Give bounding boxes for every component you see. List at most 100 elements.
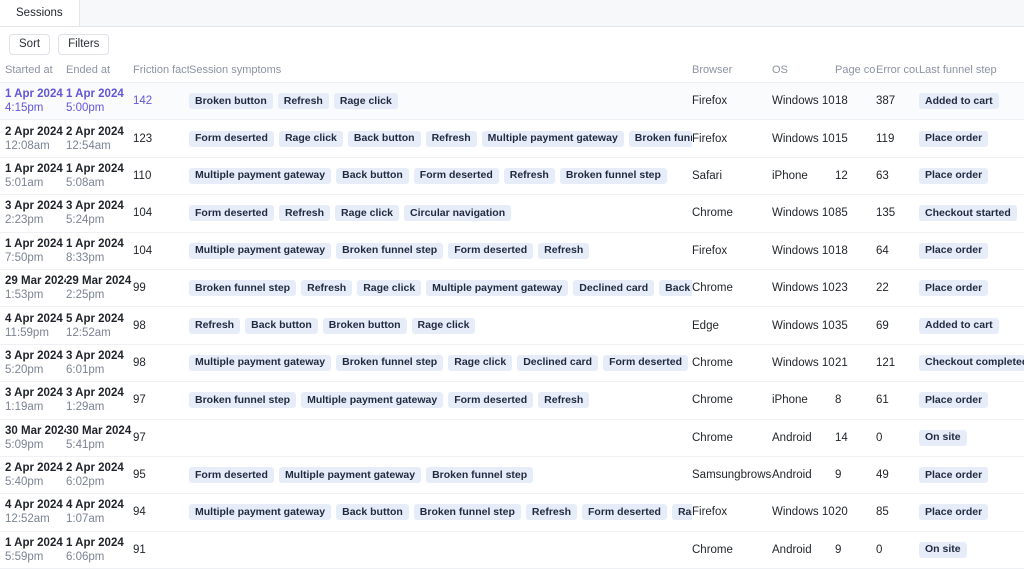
ended-at-cell: 1 Apr 2024 8:33pm: [66, 237, 133, 265]
symptom-tag[interactable]: Broken funnel step: [189, 392, 297, 409]
symptom-tag[interactable]: Multiple payment gateway: [481, 130, 624, 147]
symptom-tag[interactable]: Broken funnel step: [336, 242, 444, 259]
symptom-tag[interactable]: Refresh: [425, 130, 477, 147]
table-row[interactable]: 1 Apr 2024 7:50pm 1 Apr 2024 8:33pm 104 …: [0, 232, 1024, 270]
table-row[interactable]: 2 Apr 2024 5:40pm 2 Apr 2024 6:02pm 95 F…: [0, 456, 1024, 495]
last-funnel-step-badge[interactable]: Place order: [919, 280, 989, 297]
symptom-tag[interactable]: Broken funnel step: [559, 167, 667, 184]
last-funnel-step-cell: Place order: [919, 280, 1024, 297]
symptom-tag[interactable]: Form deserted: [603, 354, 688, 371]
symptom-tag[interactable]: Circular navigation: [404, 205, 512, 222]
page-count-cell: 9: [835, 469, 876, 481]
symptom-tag[interactable]: Refresh: [525, 504, 578, 521]
symptom-tag[interactable]: Back button: [347, 130, 421, 147]
last-funnel-step-badge[interactable]: Place order: [919, 167, 989, 184]
symptom-tag[interactable]: Rage click: [333, 93, 398, 110]
symptom-tag[interactable]: Multiple payment gateway: [278, 467, 422, 484]
symptom-tag[interactable]: Refresh: [277, 93, 329, 110]
column-header-browser[interactable]: Browser: [692, 64, 772, 76]
symptom-tag[interactable]: Multiple payment gateway: [189, 167, 332, 184]
error-count-cell: 63: [876, 170, 919, 182]
friction-factor-value: 104: [133, 244, 153, 257]
symptom-tag[interactable]: Multiple payment gateway: [426, 280, 569, 297]
sort-button[interactable]: Sort: [9, 33, 51, 55]
symptom-tag[interactable]: Broken funnel step: [336, 354, 444, 371]
symptom-tag[interactable]: Broken funnel step: [413, 504, 521, 521]
symptom-tag[interactable]: Back button: [336, 504, 409, 521]
symptom-tag[interactable]: Refresh: [503, 167, 555, 184]
last-funnel-step-badge[interactable]: Place order: [919, 392, 989, 409]
symptom-tag[interactable]: Rage click: [448, 354, 513, 371]
symptom-tag[interactable]: Form deserted: [582, 504, 667, 521]
symptom-tag[interactable]: Broken funnel step: [189, 280, 297, 297]
browser-value: Chrome: [692, 394, 733, 407]
column-header-last-funnel-step[interactable]: Last funnel step: [919, 64, 1024, 76]
table-row[interactable]: 29 Mar 2024 1:53pm 29 Mar 2024 2:25pm 99…: [0, 269, 1024, 308]
last-funnel-step-badge[interactable]: On site: [919, 541, 967, 558]
column-header-session-symptoms[interactable]: Session symptoms: [189, 64, 692, 76]
symptom-tag[interactable]: Rage click: [411, 317, 476, 334]
symptom-tag[interactable]: Declined card: [573, 280, 655, 297]
symptom-tag[interactable]: Refresh: [189, 317, 241, 334]
last-funnel-step-badge[interactable]: Place order: [919, 467, 989, 484]
symptom-tag[interactable]: Multiple payment gateway: [189, 504, 332, 521]
symptom-tag[interactable]: Broken funnel step: [628, 130, 692, 147]
symptom-tag[interactable]: Rage click: [671, 504, 692, 521]
symptom-tag[interactable]: Multiple payment gateway: [189, 354, 332, 371]
table-row[interactable]: 30 Mar 2024 5:09pm 30 Mar 2024 5:41pm 97…: [0, 419, 1024, 457]
session-symptoms-cell: Form deserted Rage click Back button Refres…: [189, 130, 692, 147]
symptom-tag[interactable]: Broken button: [322, 317, 407, 334]
last-funnel-step-badge[interactable]: On site: [919, 429, 967, 446]
table-row[interactable]: 1 Apr 2024 5:59pm 1 Apr 2024 6:06pm 91 C…: [0, 531, 1024, 569]
table-row[interactable]: 3 Apr 2024 2:23pm 3 Apr 2024 5:24pm 104 …: [0, 195, 1024, 233]
table-row[interactable]: 3 Apr 2024 5:20pm 3 Apr 2024 6:01pm 98 M…: [0, 344, 1024, 383]
tab-sessions[interactable]: Sessions: [0, 0, 80, 26]
symptom-tag[interactable]: Broken button: [189, 93, 273, 110]
symptom-tag-list: Multiple payment gateway Back button Broke…: [189, 504, 692, 521]
symptom-tag[interactable]: Refresh: [538, 242, 590, 259]
column-header-started-at[interactable]: Started at: [0, 64, 66, 76]
symptom-tag[interactable]: Refresh: [538, 392, 590, 409]
symptom-tag[interactable]: Multiple payment gateway: [189, 242, 332, 259]
last-funnel-step-badge[interactable]: Place order: [919, 130, 989, 147]
table-row[interactable]: 4 Apr 2024 12:52am 4 Apr 2024 1:07am 94 …: [0, 494, 1024, 532]
symptom-tag[interactable]: Back button: [659, 280, 692, 297]
last-funnel-step-badge[interactable]: Added to cart: [919, 317, 999, 334]
symptom-tag[interactable]: Multiple payment gateway: [301, 392, 444, 409]
symptom-tag[interactable]: Form deserted: [189, 205, 274, 222]
symptom-tag[interactable]: Back button: [336, 167, 409, 184]
symptom-tag[interactable]: Declined card: [517, 354, 599, 371]
last-funnel-step-badge[interactable]: Added to cart: [919, 93, 999, 110]
column-header-friction-factor[interactable]: Friction factor: [133, 64, 189, 76]
table-row[interactable]: 3 Apr 2024 1:19am 3 Apr 2024 1:29am 97 B…: [0, 382, 1024, 420]
symptom-tag[interactable]: Form deserted: [189, 130, 274, 147]
last-funnel-step-badge[interactable]: Place order: [919, 504, 989, 521]
column-header-page-count[interactable]: Page count: [835, 64, 876, 76]
started-at-time: 5:40pm: [5, 476, 44, 489]
symptom-tag[interactable]: Rage click: [357, 280, 422, 297]
started-at-cell: 3 Apr 2024 1:19am: [0, 386, 66, 414]
symptom-tag[interactable]: Form deserted: [189, 467, 274, 484]
symptom-tag[interactable]: Refresh: [301, 280, 353, 297]
symptom-tag[interactable]: Refresh: [278, 205, 331, 222]
symptom-tag[interactable]: Back button: [245, 317, 318, 334]
symptom-tag[interactable]: Form deserted: [413, 167, 499, 184]
symptom-tag[interactable]: Form deserted: [448, 242, 534, 259]
table-row[interactable]: 1 Apr 2024 5:01am 1 Apr 2024 5:08am 110 …: [0, 157, 1024, 196]
symptom-tag[interactable]: Broken funnel step: [426, 467, 534, 484]
table-row[interactable]: 2 Apr 2024 12:08am 2 Apr 2024 12:54am 12…: [0, 120, 1024, 158]
symptom-tag[interactable]: Rage click: [335, 205, 399, 222]
table-row[interactable]: 1 Apr 2024 4:15pm 1 Apr 2024 5:00pm 142 …: [0, 83, 1024, 121]
last-funnel-step-badge[interactable]: Checkout completed: [919, 354, 1024, 371]
filters-button[interactable]: Filters: [58, 33, 110, 55]
column-header-ended-at[interactable]: Ended at: [66, 64, 133, 76]
last-funnel-step-badge[interactable]: Checkout started: [919, 205, 1017, 222]
table-row[interactable]: 4 Apr 2024 11:59pm 5 Apr 2024 12:52am 98…: [0, 307, 1024, 345]
symptom-tag[interactable]: Form deserted: [448, 392, 534, 409]
column-header-os[interactable]: OS: [772, 64, 835, 76]
symptom-tag[interactable]: Rage click: [278, 130, 343, 147]
column-header-error-count[interactable]: Error count: [876, 64, 919, 76]
last-funnel-step-badge[interactable]: Place order: [919, 242, 989, 259]
os-value: Android: [772, 431, 812, 444]
symptom-tag-list: Form deserted Refresh Rage click Circular n…: [189, 205, 692, 222]
